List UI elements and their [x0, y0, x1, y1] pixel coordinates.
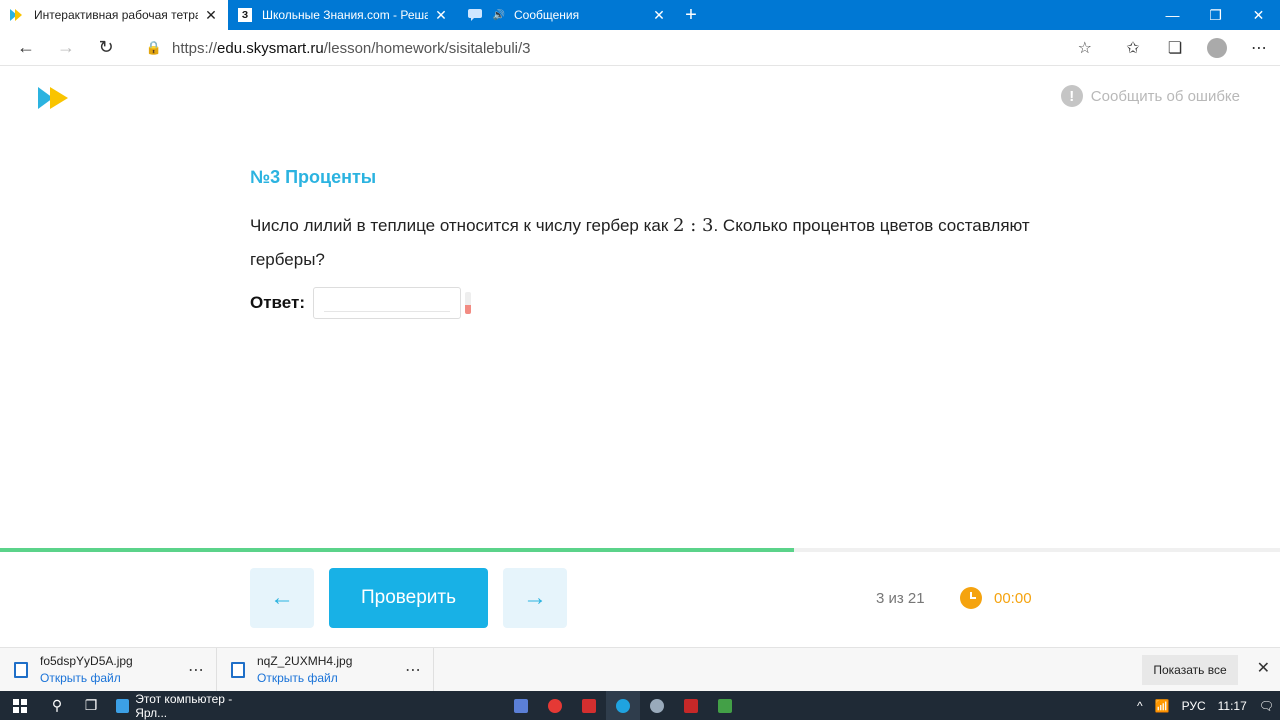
restore-icon[interactable]: ❐ [1194, 0, 1237, 30]
check-button[interactable]: Проверить [329, 568, 488, 628]
more-icon[interactable]: ⋯ [405, 660, 421, 680]
collections-icon[interactable]: ❏ [1154, 30, 1196, 66]
skysmart-icon [10, 8, 24, 22]
task-title: №3 Проценты [250, 167, 377, 187]
lock-icon[interactable]: 🔒 [136, 40, 172, 56]
tab-znania[interactable]: З Школьные Знания.com - Решаем ✕ [228, 0, 458, 30]
favorites-icon[interactable]: ✩ [1112, 30, 1154, 66]
url-host: edu.skysmart.ru [217, 39, 324, 57]
profile-avatar[interactable] [1196, 30, 1238, 66]
download-item[interactable]: nqZ_2UXMH4.jpg Открыть файл ⋯ [217, 647, 434, 692]
tab-messages[interactable]: 🔊 Сообщения ✕ [458, 0, 676, 30]
open-file-link[interactable]: Открыть файл [40, 671, 133, 685]
task-ratio: 2 : 3 [673, 215, 714, 236]
download-filename: fo5dspYyD5A.jpg [40, 654, 133, 668]
taskbar-app-label: Этот компьютер - Ярл... [135, 691, 233, 720]
image-file-icon [14, 661, 28, 678]
report-error-link[interactable]: ! Сообщить об ошибке [1060, 85, 1240, 107]
more-menu-icon[interactable]: ⋯ [1238, 30, 1280, 66]
address-bar[interactable]: 🔒 https://edu.skysmart.ru/lesson/homewor… [136, 34, 1100, 62]
messages-icon [468, 8, 482, 22]
browser-tab-bar: Интерактивная рабочая тетрадь ✕ З Школьн… [0, 0, 1280, 30]
windows-taskbar: ⚲ ❐ Этот компьютер - Ярл... ^ 📶 РУС 11:1… [0, 691, 1280, 720]
close-icon[interactable]: ✕ [434, 7, 448, 24]
timer: 00:00 [960, 587, 1032, 609]
tab-skysmart[interactable]: Интерактивная рабочая тетрадь ✕ [0, 0, 228, 30]
page-content: ! Сообщить об ошибке №3 Проценты Число л… [0, 67, 1280, 647]
next-task-button[interactable]: → [503, 568, 567, 628]
windows-start-icon[interactable] [0, 691, 40, 720]
more-icon[interactable]: ⋯ [188, 660, 204, 680]
show-all-downloads-button[interactable]: Показать все [1142, 655, 1238, 685]
close-icon[interactable]: ✕ [652, 7, 666, 24]
yandex-browser-icon[interactable] [538, 691, 572, 720]
task-text: Число лилий в теплице относится к числу … [250, 209, 1040, 277]
download-item[interactable]: fo5dspYyD5A.jpg Открыть файл ⋯ [0, 647, 217, 692]
report-error-label: Сообщить об ошибке [1090, 87, 1240, 105]
taskbar-app-2-icon[interactable] [674, 691, 708, 720]
network-icon[interactable]: 📶 [1149, 699, 1176, 713]
url-prefix: https:// [172, 39, 218, 57]
prev-task-button[interactable]: ← [250, 568, 314, 628]
open-file-link[interactable]: Открыть файл [257, 671, 352, 685]
toolbar-right: ✩ ❏ ⋯ [1112, 30, 1280, 66]
notifications-icon[interactable]: 🗨 [1253, 699, 1280, 713]
speaker-icon[interactable]: 🔊 [492, 8, 506, 22]
skysmart-logo[interactable] [38, 87, 72, 109]
edge-icon[interactable] [606, 691, 640, 720]
steam-icon[interactable] [640, 691, 674, 720]
window-close-icon[interactable]: ✕ [1237, 0, 1280, 30]
taskbar-app-explorer[interactable]: Этот компьютер - Ярл... [108, 691, 268, 720]
address-toolbar: ← → ↻ 🔒 https://edu.skysmart.ru/lesson/h… [0, 30, 1280, 66]
search-icon[interactable]: ⚲ [40, 691, 74, 720]
clock[interactable]: 11:17 [1212, 699, 1253, 713]
new-tab-button[interactable]: + [676, 0, 706, 30]
tab-title: Сообщения [514, 8, 580, 22]
answer-label: Ответ: [250, 293, 305, 312]
system-tray: ^ 📶 РУС 11:17 🗨 [1131, 691, 1280, 720]
minimize-icon[interactable]: — [1151, 0, 1194, 30]
taskbar-app-1-icon[interactable] [504, 691, 538, 720]
tab-title: Интерактивная рабочая тетрадь [34, 8, 198, 22]
answer-status-marker [465, 292, 471, 314]
exclamation-icon: ! [1060, 85, 1083, 107]
task-footer: ← Проверить → 3 из 21 00:00 [0, 552, 1280, 647]
favorite-star-icon[interactable]: ☆ [1078, 38, 1092, 58]
close-icon[interactable]: ✕ [204, 7, 218, 24]
image-file-icon [231, 661, 245, 678]
znania-icon: З [238, 8, 252, 22]
task-text-before: Число лилий в теплице относится к числу … [250, 216, 674, 235]
language-indicator[interactable]: РУС [1176, 699, 1212, 713]
close-icon[interactable]: ✕ [1257, 658, 1270, 678]
taskbar-app-3-icon[interactable] [708, 691, 742, 720]
window-controls: — ❐ ✕ [1151, 0, 1280, 30]
computer-icon [116, 698, 130, 713]
task-counter: 3 из 21 [876, 590, 925, 607]
refresh-icon[interactable]: ↻ [86, 30, 126, 66]
download-filename: nqZ_2UXMH4.jpg [257, 654, 353, 668]
downloads-bar: fo5dspYyD5A.jpg Открыть файл ⋯ nqZ_2UXMH… [0, 647, 1280, 692]
url-path: /lesson/homework/sisitalebuli/3 [323, 39, 531, 57]
forward-icon[interactable]: → [46, 30, 86, 66]
answer-row: Ответ: [250, 287, 471, 319]
tab-title: Школьные Знания.com - Решаем [262, 8, 428, 22]
tray-arrow-icon[interactable]: ^ [1131, 699, 1149, 713]
clock-icon [960, 587, 982, 609]
opera-icon[interactable] [572, 691, 606, 720]
timer-value: 00:00 [994, 589, 1032, 607]
back-icon[interactable]: ← [6, 30, 46, 66]
task-view-icon[interactable]: ❐ [74, 691, 108, 720]
answer-input[interactable] [313, 287, 461, 319]
